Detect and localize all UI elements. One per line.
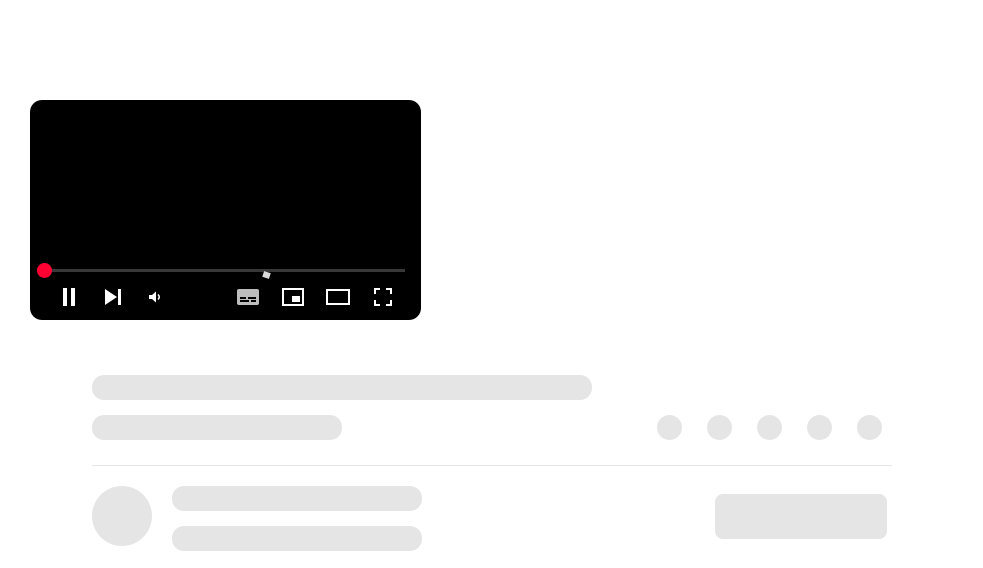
mute-button[interactable] — [146, 285, 166, 309]
title-placeholder — [92, 375, 592, 400]
watch-page — [0, 0, 983, 568]
subtitles-icon — [237, 289, 259, 305]
loading-spinner-icon — [262, 271, 271, 279]
action-placeholder — [707, 415, 732, 440]
progress-bar[interactable] — [45, 269, 405, 272]
avatar-placeholder — [92, 486, 152, 546]
pause-icon — [61, 288, 77, 306]
pause-button[interactable] — [58, 285, 80, 309]
subtitles-button[interactable] — [236, 285, 260, 309]
subscriber-count-placeholder — [172, 526, 422, 551]
scrubber-handle[interactable] — [37, 263, 52, 278]
video-player[interactable] — [30, 100, 421, 320]
channel-name-placeholder — [172, 486, 422, 511]
miniplayer-button[interactable] — [281, 285, 305, 309]
action-placeholder — [807, 415, 832, 440]
divider — [92, 465, 892, 466]
fullscreen-button[interactable] — [372, 285, 394, 309]
miniplayer-icon — [282, 288, 304, 306]
next-button[interactable] — [102, 285, 124, 309]
theater-mode-button[interactable] — [325, 285, 351, 309]
metadata-placeholder — [92, 415, 342, 440]
theater-icon — [326, 289, 350, 305]
subscribe-button-placeholder — [715, 494, 887, 539]
skip-next-icon — [104, 289, 122, 305]
action-placeholder — [757, 415, 782, 440]
action-placeholder — [657, 415, 682, 440]
volume-icon — [149, 291, 163, 303]
action-placeholder — [857, 415, 882, 440]
fullscreen-icon — [374, 288, 392, 306]
